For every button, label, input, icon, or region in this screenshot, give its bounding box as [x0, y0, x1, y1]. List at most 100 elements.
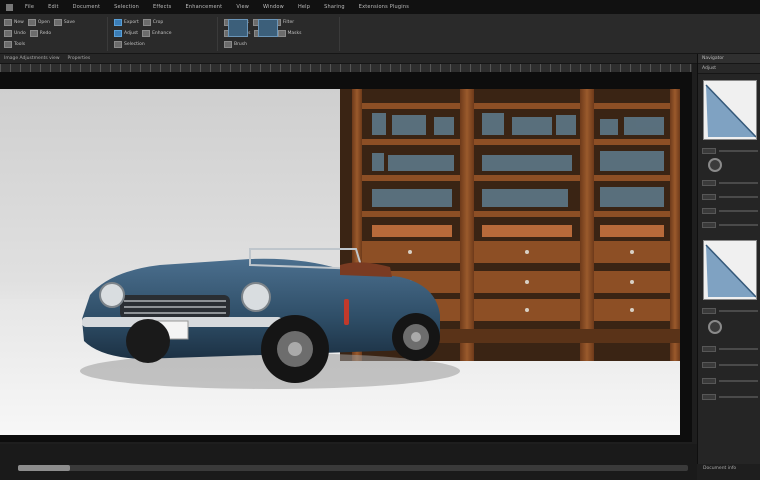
tab-adjustments[interactable]: Image Adjustments view: [4, 56, 60, 61]
open-icon: [27, 19, 36, 26]
menu-document[interactable]: Document: [67, 4, 107, 10]
filter-label: Filter: [282, 20, 295, 25]
crop-icon: [142, 19, 151, 26]
right-panel: Navigator Adjust: [697, 54, 760, 464]
menu-bar: File Edit Document Selection Effects Enh…: [0, 0, 760, 14]
status-text: Document info: [703, 466, 737, 471]
value-field[interactable]: [702, 393, 716, 400]
bottom-bar: [0, 444, 697, 480]
slider-track[interactable]: [719, 347, 758, 350]
value-field[interactable]: [702, 345, 716, 352]
menu-effects[interactable]: Effects: [147, 4, 177, 10]
slider-track[interactable]: [719, 223, 758, 226]
menu-view[interactable]: View: [230, 4, 255, 10]
value-field[interactable]: [702, 377, 716, 384]
save-icon: [53, 19, 62, 26]
canvas-frame: [0, 72, 692, 442]
menu-file[interactable]: File: [19, 4, 40, 10]
value-field[interactable]: [702, 361, 716, 368]
horizontal-ruler: [0, 64, 692, 72]
undo-button[interactable]: Undo: [4, 30, 26, 37]
brush-button[interactable]: Brush: [224, 41, 247, 48]
toolbar-ribbon: New Open Save Undo Redo Tools Export Cro…: [0, 14, 760, 54]
value-field[interactable]: [702, 221, 716, 228]
new-button[interactable]: New: [4, 19, 24, 26]
slider-track[interactable]: [719, 181, 758, 184]
ribbon-group-edit: Export Crop Adjust Enhance Selection: [110, 17, 218, 51]
new-icon: [4, 19, 12, 26]
navigator-thumbnail[interactable]: [703, 80, 757, 140]
slider-track[interactable]: [719, 363, 758, 366]
preset-thumbnail-2[interactable]: [258, 19, 278, 37]
value-field[interactable]: [702, 307, 716, 314]
tab-properties[interactable]: Properties: [68, 56, 91, 61]
adjust-button[interactable]: Adjust: [114, 30, 138, 37]
preset-thumbnail-1[interactable]: [228, 19, 248, 37]
enhance-label: Enhance: [152, 31, 172, 36]
panel-control-row-7: [702, 344, 758, 353]
slider-track[interactable]: [719, 395, 758, 398]
selection-button[interactable]: Selection: [114, 41, 145, 48]
tools-label: Tools: [14, 42, 26, 47]
panel-control-row-6: [702, 306, 758, 315]
crop-button[interactable]: Crop: [142, 19, 164, 26]
menu-help[interactable]: Help: [292, 4, 316, 10]
open-button[interactable]: Open: [27, 19, 50, 26]
tools-icon: [4, 41, 12, 48]
panel-control-row-9: [702, 376, 758, 385]
ribbon-group-file: New Open Save Undo Redo Tools: [0, 17, 108, 51]
menu-selection[interactable]: Selection: [108, 4, 145, 10]
export-button[interactable]: Export: [114, 19, 139, 26]
masks-button[interactable]: Masks: [277, 30, 302, 37]
menu-enhancement[interactable]: Enhancement: [180, 4, 229, 10]
export-label: Export: [124, 20, 139, 25]
value-field[interactable]: [702, 207, 716, 214]
rotation-dial[interactable]: [708, 158, 722, 172]
photo-scene: [80, 89, 680, 389]
masks-label: Masks: [287, 31, 302, 36]
horizontal-scrollbar[interactable]: [18, 465, 688, 471]
menu-window[interactable]: Window: [257, 4, 290, 10]
adjust-label: Adjust: [124, 31, 139, 36]
redo-button[interactable]: Redo: [29, 30, 52, 37]
menu-extensions[interactable]: Extensions Plugins: [353, 4, 415, 10]
selection-label: Selection: [124, 42, 145, 47]
undo-icon: [4, 30, 12, 37]
menu-edit[interactable]: Edit: [42, 4, 64, 10]
open-label: Open: [37, 20, 50, 25]
preview-thumbnail[interactable]: [703, 240, 757, 300]
value-field[interactable]: [702, 147, 716, 154]
slider-track[interactable]: [719, 209, 758, 212]
value-field[interactable]: [702, 193, 716, 200]
front-wheel: [261, 315, 329, 383]
angle-dial[interactable]: [708, 320, 722, 334]
panel-control-row-10: [702, 392, 758, 401]
panel-control-row-3: [702, 192, 758, 201]
brush-icon: [224, 41, 232, 48]
crop-label: Crop: [152, 20, 164, 25]
panel-control-row-2: [702, 178, 758, 187]
app-icon: [6, 3, 13, 11]
photo-editor-window: File Edit Document Selection Effects Enh…: [0, 0, 760, 480]
redo-label: Redo: [39, 31, 52, 36]
enhance-button[interactable]: Enhance: [142, 30, 171, 37]
slider-track[interactable]: [719, 379, 758, 382]
panel-control-row-1: [702, 146, 758, 155]
panel-section-label: Adjust: [698, 64, 760, 74]
save-label: Save: [63, 20, 75, 25]
scrollbar-thumb[interactable]: [18, 465, 70, 471]
save-button[interactable]: Save: [53, 19, 75, 26]
enhance-icon: [142, 30, 151, 37]
undo-label: Undo: [14, 31, 26, 36]
image-canvas[interactable]: [0, 89, 680, 435]
rear-wheel: [392, 313, 440, 361]
slider-track[interactable]: [719, 149, 758, 152]
menu-sharing[interactable]: Sharing: [318, 4, 351, 10]
slider-track[interactable]: [719, 309, 758, 312]
selection-icon: [114, 41, 122, 48]
tools-button[interactable]: Tools: [4, 41, 25, 48]
adjust-icon: [114, 30, 122, 37]
slider-track[interactable]: [719, 195, 758, 198]
value-field[interactable]: [702, 179, 716, 186]
masks-icon: [277, 30, 286, 37]
